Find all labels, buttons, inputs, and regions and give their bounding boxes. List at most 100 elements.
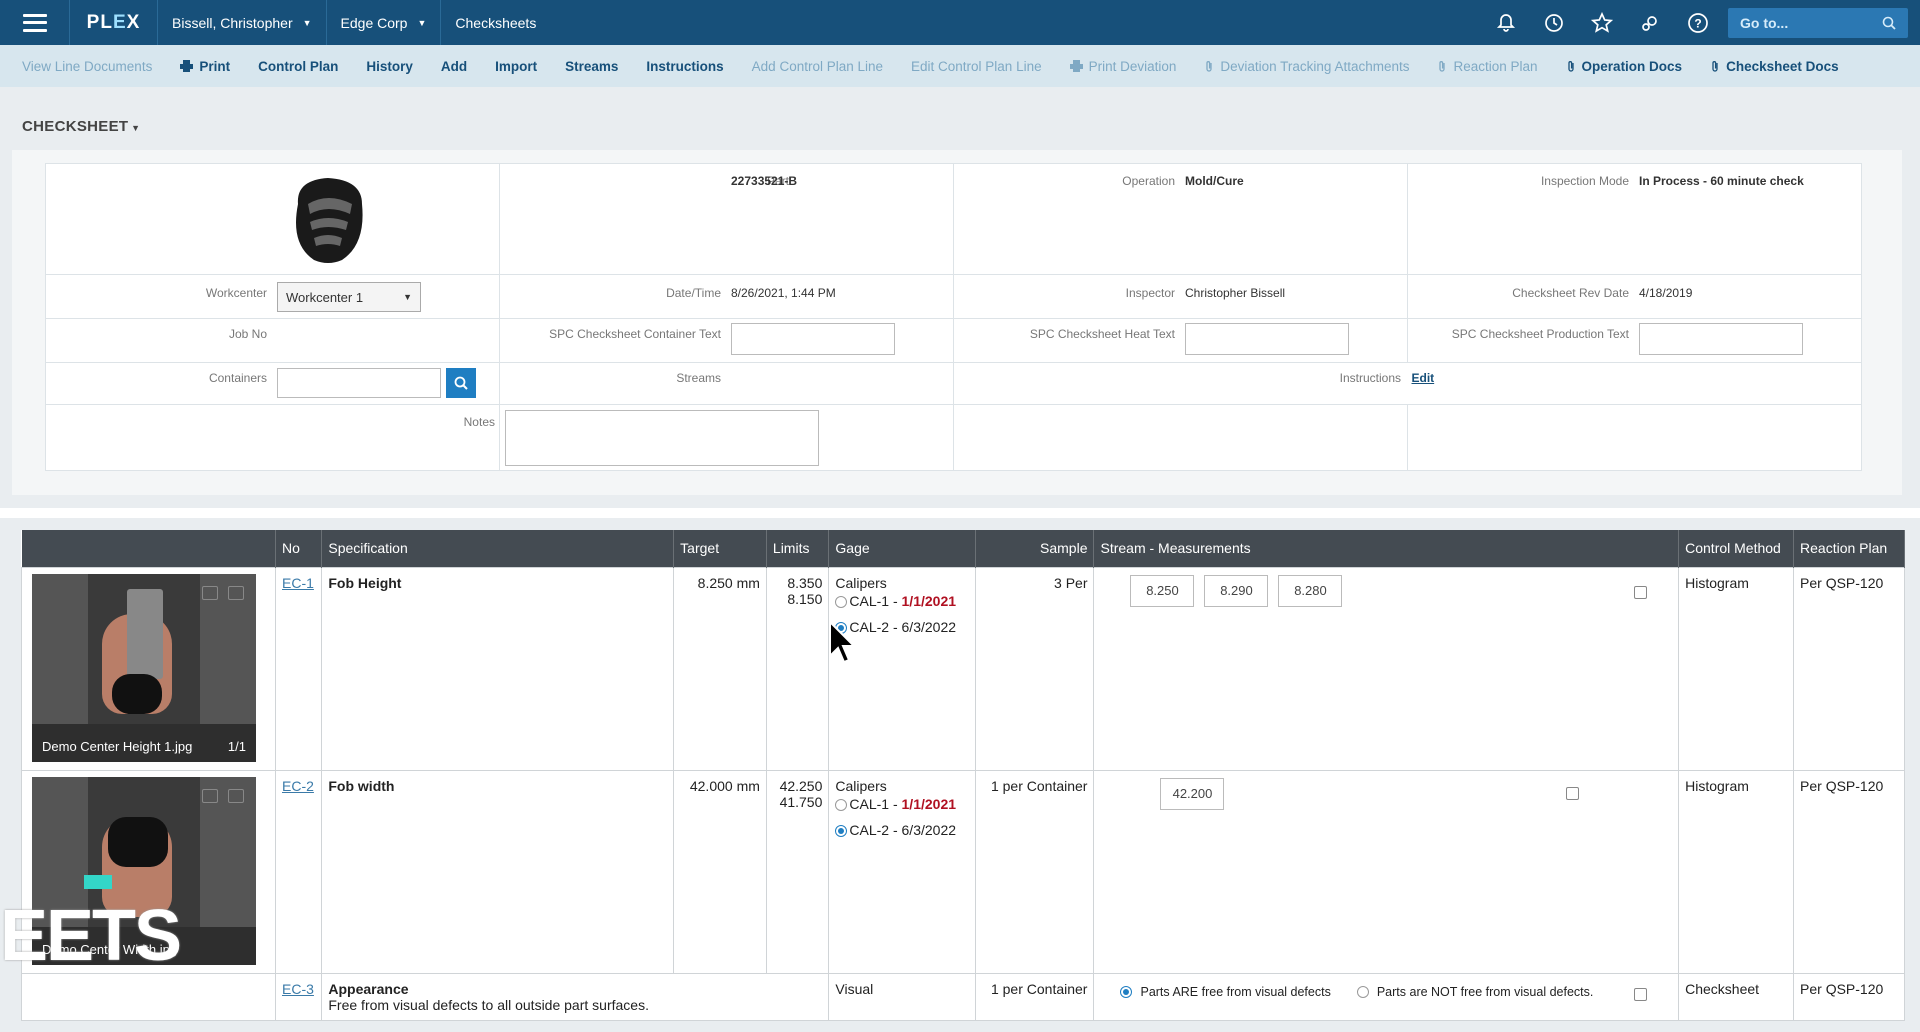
workcenter-label: Workcenter (205, 286, 267, 300)
action-add-control-plan-line[interactable]: Add Control Plan Line (752, 59, 883, 74)
action-operation-docs[interactable]: Operation Docs (1566, 58, 1683, 74)
row-checkbox[interactable] (1566, 787, 1580, 800)
action-print[interactable]: Print (180, 59, 230, 74)
action-deviation-tracking-attachments[interactable]: Deviation Tracking Attachments (1204, 59, 1409, 74)
action-label: Control Plan (258, 58, 339, 74)
col-stream-measurements[interactable]: Stream - Measurements (1093, 530, 1680, 567)
action-reaction-plan[interactable]: Reaction Plan (1437, 59, 1538, 74)
reaction-cell: Per QSP-120 (1793, 972, 1905, 1021)
col-target[interactable]: Target (673, 530, 767, 567)
containers-label: Containers (208, 371, 267, 385)
company-name: Edge Corp (340, 14, 408, 31)
action-label: Deviation Tracking Attachments (1220, 58, 1410, 74)
appearance-yes-radio[interactable] (1120, 985, 1133, 998)
action-label: View Line Documents (22, 58, 153, 74)
image-caption: Demo Center Height 1.jpg (42, 738, 193, 754)
datetime-value: 8/26/2021, 1:44 PM (731, 286, 836, 300)
action-add[interactable]: Add (441, 59, 467, 74)
row-checkbox[interactable] (1634, 585, 1648, 599)
camera-icon[interactable] (228, 585, 244, 600)
row-checkbox[interactable] (1634, 987, 1648, 1001)
col-reaction-plan[interactable]: Reaction Plan (1793, 530, 1905, 567)
notes-label-cell (45, 404, 500, 471)
col-control-method[interactable]: Control Method (1678, 530, 1795, 567)
zoom-icon[interactable] (202, 788, 218, 803)
checkbox-cell (1628, 972, 1680, 1021)
gage-radio-cal1[interactable] (835, 595, 848, 608)
ec-link[interactable]: EC-3 (282, 981, 314, 997)
col-gage[interactable]: Gage (828, 530, 976, 567)
measurement-input[interactable]: 8.290 (1204, 574, 1269, 607)
user-dropdown[interactable]: Bissell, Christopher ▼ (158, 0, 327, 45)
instructions-edit-link[interactable]: Edit (1412, 371, 1435, 385)
zoom-icon[interactable] (202, 585, 218, 600)
part-image (286, 174, 370, 266)
ec-link[interactable]: EC-1 (282, 575, 314, 591)
image-count: 1/1 (227, 738, 246, 754)
production-text-input[interactable] (1639, 323, 1803, 355)
clock-icon[interactable] (1530, 0, 1578, 45)
appearance-no-radio[interactable] (1356, 985, 1369, 998)
sample-cell: 1 per Container (974, 769, 1095, 974)
gage-radio-cal2[interactable] (835, 824, 848, 837)
action-label: Operation Docs (1581, 58, 1683, 74)
camera-icon[interactable] (228, 788, 244, 803)
col-limits[interactable]: Limits (766, 530, 830, 567)
workcenter-cell: Workcenter Workcenter 1 ▼ (45, 274, 500, 319)
workcenter-select[interactable]: Workcenter 1 ▼ (277, 282, 421, 312)
gage-cell: Visual (828, 972, 976, 1021)
heat-text-input[interactable] (1185, 323, 1349, 355)
plex-logo[interactable]: PL E X (70, 0, 158, 45)
company-dropdown[interactable]: Edge Corp ▼ (327, 0, 442, 45)
notes-textarea[interactable] (505, 410, 819, 466)
action-edit-control-plan-line[interactable]: Edit Control Plan Line (911, 59, 1042, 74)
ec-link[interactable]: EC-2 (282, 778, 314, 794)
empty-cell (1407, 404, 1862, 471)
measurement-input[interactable]: 8.250 (1130, 574, 1195, 607)
col-spec[interactable]: Specification (321, 530, 675, 567)
target-cell: 42.000 mm (673, 769, 767, 974)
action-checksheet-docs[interactable]: Checksheet Docs (1710, 59, 1839, 74)
checksheet-title-dropdown[interactable]: CHECKSHEET ▼ (22, 118, 140, 135)
action-history[interactable]: History (366, 59, 413, 74)
sample-cell: 1 per Container (974, 972, 1095, 1021)
col-no[interactable]: No (275, 530, 323, 567)
limits-cell: 8.350 8.150 (765, 566, 830, 771)
action-instructions[interactable]: Instructions (646, 59, 723, 74)
containers-search-button[interactable] (446, 368, 476, 398)
target-value: 8.250 mm (697, 574, 760, 591)
action-streams[interactable]: Streams (565, 59, 618, 74)
control-method: Histogram (1685, 777, 1749, 794)
star-icon[interactable] (1578, 0, 1626, 45)
control-cell: Histogram (1678, 566, 1795, 771)
gage-opt1-date: 1/1/2021 (901, 592, 957, 609)
menu-button[interactable] (0, 0, 70, 45)
spec-image[interactable]: Demo Center Height 1.jpg 1/1 (32, 573, 256, 762)
help-icon[interactable]: ? (1674, 0, 1722, 45)
streams-cell: Streams (499, 362, 954, 405)
measurements-cell: 42.200 (1093, 769, 1629, 974)
goto-search-input[interactable]: Go to... (1728, 7, 1908, 38)
action-print-deviation[interactable]: Print Deviation (1069, 59, 1176, 74)
rev-date-label: Checksheet Rev Date (1512, 286, 1629, 300)
reaction-cell: Per QSP-120 (1793, 566, 1905, 771)
reaction-cell: Per QSP-120 (1793, 769, 1905, 974)
container-text-label: SPC Checksheet Container Text (549, 327, 721, 341)
measurement-input[interactable]: 42.200 (1160, 777, 1225, 810)
operation-label: Operation (1122, 174, 1175, 188)
col-sample[interactable]: Sample (975, 530, 1095, 567)
sample-value: 1 per Container (990, 980, 1088, 997)
measurement-input[interactable]: 8.280 (1278, 574, 1343, 607)
action-import[interactable]: Import (495, 59, 537, 74)
action-view-line-documents[interactable]: View Line Documents (22, 59, 152, 74)
action-control-plan[interactable]: Control Plan (258, 59, 338, 74)
gears-icon[interactable] (1626, 0, 1674, 45)
gage-radio-cal1[interactable] (835, 798, 848, 811)
control-cell: Checksheet (1678, 972, 1795, 1021)
bell-icon[interactable] (1482, 0, 1530, 45)
limits-cell: 42.250 41.750 (765, 769, 830, 974)
containers-input[interactable] (277, 368, 441, 398)
container-text-input[interactable] (731, 323, 895, 355)
job-no-label: Job No (228, 327, 267, 341)
gage-opt2: CAL-2 - 6/3/2022 (849, 618, 957, 635)
